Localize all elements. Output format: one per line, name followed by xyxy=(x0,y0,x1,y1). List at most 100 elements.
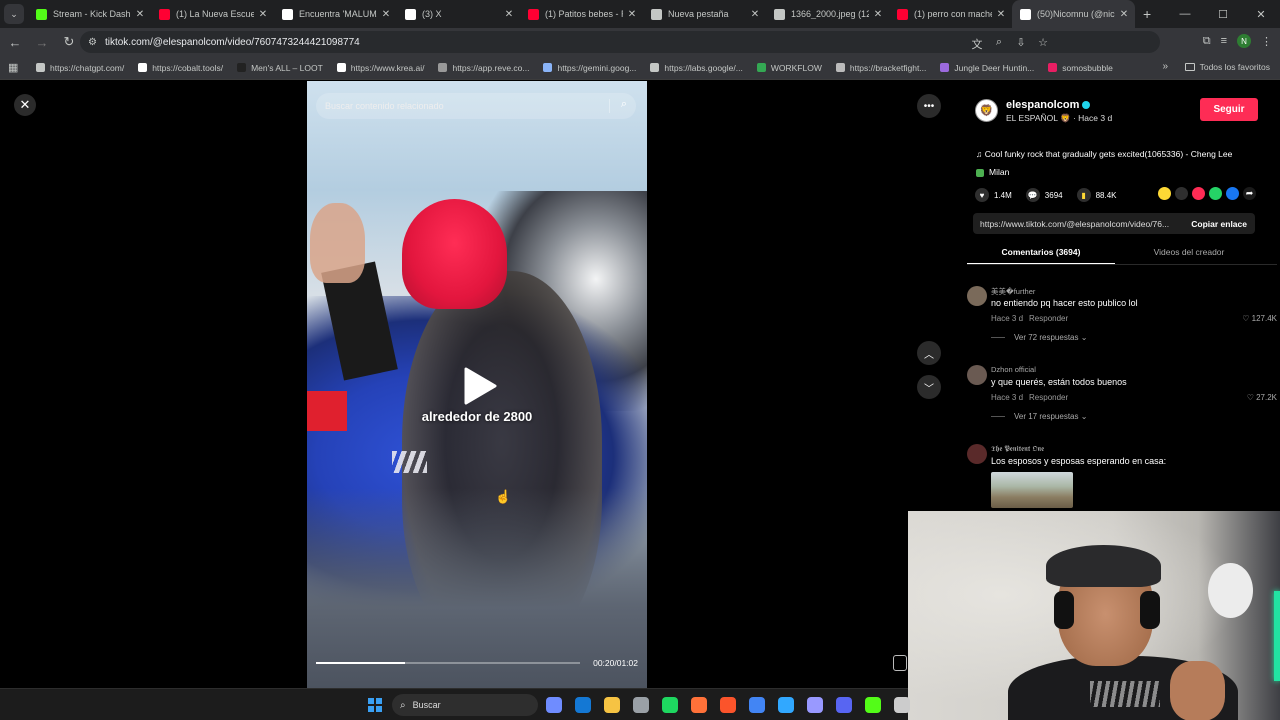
windows-start-icon[interactable] xyxy=(368,698,382,712)
browser-tab[interactable]: (3) X ✕ xyxy=(397,0,520,28)
tab-comments[interactable]: Comentarios (3694) xyxy=(967,243,1115,264)
follow-button[interactable]: Seguir xyxy=(1200,98,1258,121)
send-icon[interactable] xyxy=(1192,187,1205,200)
view-replies-button[interactable]: Ver 17 respuestas ⌄ xyxy=(991,412,1087,421)
facebook-icon[interactable] xyxy=(1226,187,1239,200)
heart-outline-icon[interactable]: ♡ xyxy=(1247,393,1256,402)
copilot-icon[interactable] xyxy=(546,697,562,713)
bookmark-item[interactable]: WORKFLOW xyxy=(756,63,822,73)
apps-grid-icon[interactable]: ▦ xyxy=(8,61,24,74)
previous-video-icon[interactable]: ︿ xyxy=(917,341,941,365)
commenter-avatar[interactable] xyxy=(967,365,987,385)
bookmark-item[interactable]: Jungle Deer Huntin... xyxy=(940,63,1034,73)
bookmark-item[interactable]: https://gemini.goog... xyxy=(543,63,636,73)
bookmark-item[interactable]: https://chatgpt.com/ xyxy=(36,63,124,73)
premiere-icon[interactable] xyxy=(807,697,823,713)
related-search-input[interactable]: Buscar contenido relacionado ⌕ xyxy=(316,93,636,119)
commenter-avatar[interactable] xyxy=(967,444,987,464)
tab-close-icon[interactable]: ✕ xyxy=(381,9,391,20)
commenter-avatar[interactable] xyxy=(967,286,987,306)
translate-icon[interactable]: 文 xyxy=(970,36,984,52)
view-replies-label[interactable]: Ver 17 respuestas xyxy=(1014,412,1078,421)
file-explorer-icon[interactable] xyxy=(604,697,620,713)
bookmark-icon[interactable]: ▮ xyxy=(1076,188,1091,202)
settings-icon[interactable] xyxy=(633,697,649,713)
all-bookmarks-button[interactable]: Todos los favoritos xyxy=(1184,62,1270,72)
tab-search-button[interactable]: ⌄ xyxy=(4,4,24,24)
site-info-icon[interactable]: ⚙ xyxy=(88,37,97,48)
comment-stat[interactable]: 💬 3694 xyxy=(1025,188,1063,202)
chrome-icon[interactable] xyxy=(749,697,765,713)
tab-close-icon[interactable]: ✕ xyxy=(1119,9,1129,20)
like-stat[interactable]: ♥ 1.4M xyxy=(975,188,1012,202)
tab-creator-videos[interactable]: Videos del creador xyxy=(1115,243,1263,264)
play-icon[interactable] xyxy=(462,366,498,406)
extensions-icon[interactable]: ⧉ xyxy=(1203,35,1211,48)
brave-icon[interactable] xyxy=(720,697,736,713)
video-progress-bar[interactable] xyxy=(316,662,580,664)
reply-button[interactable]: Responder xyxy=(1029,314,1068,323)
view-replies-button[interactable]: Ver 72 respuestas ⌄ xyxy=(991,333,1087,342)
music-title[interactable]: Cool funky rock that gradually gets exci… xyxy=(985,149,1233,159)
video-player[interactable]: Buscar contenido relacionado ⌕ alrededor… xyxy=(307,81,647,688)
music-tag[interactable]: Milan xyxy=(989,167,1009,177)
photoshop-icon[interactable] xyxy=(778,697,794,713)
next-video-icon[interactable]: ﹀ xyxy=(917,375,941,399)
more-options-icon[interactable]: ••• xyxy=(917,94,941,118)
discord-icon[interactable] xyxy=(836,697,852,713)
reload-icon[interactable]: ↻ xyxy=(57,30,81,54)
spotify-icon[interactable] xyxy=(662,697,678,713)
bookmark-item[interactable]: https://www.krea.ai/ xyxy=(336,63,424,73)
profile-avatar[interactable]: N xyxy=(1237,34,1251,48)
author-username[interactable]: elespanolcom xyxy=(1006,99,1079,111)
share-link-text[interactable]: https://www.tiktok.com/@elespanolcom/vid… xyxy=(973,219,1183,229)
search-icon[interactable]: ⌕ xyxy=(621,98,627,111)
share-arrow-icon[interactable]: ➦ xyxy=(1243,187,1256,200)
taskbar-search[interactable]: ⌕ Buscar xyxy=(392,694,538,716)
chrome-menu-icon[interactable]: ⋮ xyxy=(1261,35,1272,48)
browser-tab[interactable]: (1) perro con mache ✕ xyxy=(889,0,1012,28)
window-close-icon[interactable]: ✕ xyxy=(1242,0,1280,28)
install-icon[interactable]: ⇩ xyxy=(1014,36,1028,52)
author-username-row[interactable]: elespanolcom xyxy=(1006,99,1091,111)
tab-close-icon[interactable]: ✕ xyxy=(996,9,1006,20)
tab-close-icon[interactable]: ✕ xyxy=(627,9,637,20)
browser-tab[interactable]: (1) La Nueva Escuela ✕ xyxy=(151,0,274,28)
bookmark-item[interactable]: https://bracketfight... xyxy=(835,63,926,73)
bookmark-item[interactable]: https://app.reve.co... xyxy=(438,63,529,73)
comment-icon[interactable]: 💬 xyxy=(1025,188,1040,202)
more-bookmarks-icon[interactable]: » xyxy=(1162,61,1168,72)
bookmark-item[interactable]: https://labs.google/... xyxy=(650,63,743,73)
browser-tab[interactable]: Stream - Kick Dashbo ✕ xyxy=(28,0,151,28)
emoji-share-icon[interactable] xyxy=(1158,187,1171,200)
firefox-icon[interactable] xyxy=(691,697,707,713)
mini-player-icon[interactable] xyxy=(893,655,907,671)
browser-tab[interactable]: Encuentra 'MALUMA ✕ xyxy=(274,0,397,28)
commenter-name[interactable]: 美美�further xyxy=(991,286,1035,297)
heart-icon[interactable]: ♥ xyxy=(975,188,989,202)
bookmark-item[interactable]: Men's ALL – LOOT xyxy=(237,63,323,73)
comment-like[interactable]: ♡ 27.2K xyxy=(1247,393,1277,402)
back-arrow-icon[interactable]: ← xyxy=(3,30,27,54)
browser-tab[interactable]: (1) Patitos bebes - Re ✕ xyxy=(520,0,643,28)
reply-button[interactable]: Responder xyxy=(1029,393,1068,402)
forward-arrow-icon[interactable]: → xyxy=(30,30,54,54)
author-avatar[interactable]: 🦁 xyxy=(975,99,998,122)
bookmark-item[interactable]: somosbubble xyxy=(1048,63,1113,73)
address-bar[interactable]: ⚙ tiktok.com/@elespanolcom/video/7607473… xyxy=(80,31,1160,53)
close-video-icon[interactable]: ✕ xyxy=(14,94,36,116)
bookmark-star-icon[interactable]: ☆ xyxy=(1036,36,1050,52)
tab-close-icon[interactable]: ✕ xyxy=(258,9,268,20)
embed-icon[interactable] xyxy=(1175,187,1188,200)
browser-tab[interactable]: Nueva pestaña ✕ xyxy=(643,0,766,28)
heart-outline-icon[interactable]: ♡ xyxy=(1242,314,1251,323)
view-replies-label[interactable]: Ver 72 respuestas xyxy=(1014,333,1078,342)
zoom-icon[interactable]: ⌕ xyxy=(992,36,1006,52)
commenter-name[interactable]: 𝕿𝖍𝖊 𝕻𝖊𝖓𝖎𝖙𝖊𝖓𝖙 𝕺𝖓𝖊 xyxy=(991,444,1044,454)
app-icon[interactable] xyxy=(894,697,910,713)
url-text[interactable]: tiktok.com/@elespanolcom/video/760747324… xyxy=(105,37,360,48)
new-tab-icon[interactable]: + xyxy=(1143,6,1151,22)
kick-icon[interactable] xyxy=(865,697,881,713)
maximize-icon[interactable]: ☐ xyxy=(1204,0,1242,28)
tab-close-icon[interactable]: ✕ xyxy=(750,9,760,20)
